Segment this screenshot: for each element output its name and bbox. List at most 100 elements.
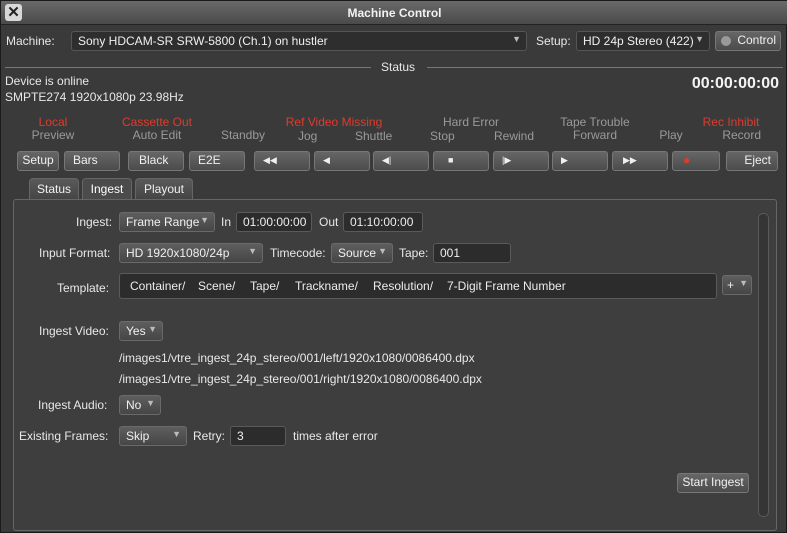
retry-suffix: times after error <box>293 429 378 443</box>
indicator-ref-video-missing: Ref Video Missing <box>285 115 383 129</box>
status-heading: Status <box>381 60 416 74</box>
ingest-audio-label: Ingest Audio: <box>38 398 108 412</box>
template-token[interactable]: Scene/ <box>198 279 235 293</box>
out-label: Out <box>319 215 339 229</box>
start-ingest-button[interactable]: Start Ingest <box>677 473 749 493</box>
plus-icon: + <box>727 278 735 292</box>
status-divider-left <box>5 67 371 68</box>
template-token[interactable]: Trackname/ <box>295 279 358 293</box>
chevron-down-icon: ▼ <box>248 246 257 256</box>
indicator-preview: Preview <box>31 128 75 142</box>
tape-field[interactable]: 001 <box>433 243 511 263</box>
ingest-mode-select[interactable]: Frame Range ▼ <box>119 212 215 232</box>
tab-status[interactable]: Status <box>29 178 79 200</box>
chevron-down-icon: ▼ <box>512 34 521 44</box>
black-button[interactable]: Black <box>128 151 184 171</box>
output-path-right: /images1/vtre_ingest_24p_stereo/001/righ… <box>119 372 482 386</box>
indicator-rewind: Rewind <box>494 129 535 143</box>
retry-field[interactable]: 3 <box>230 426 286 446</box>
input-format-label: Input Format: <box>39 246 111 260</box>
existing-frames-select[interactable]: Skip ▼ <box>119 426 187 446</box>
control-button[interactable]: Control <box>715 31 781 51</box>
retry-label: Retry: <box>193 429 226 443</box>
tab-ingest[interactable]: Ingest <box>82 178 132 200</box>
template-add-button[interactable]: + ▼ <box>722 275 752 295</box>
record-icon[interactable]: ● <box>672 151 720 171</box>
status-panel: Status Device is online SMPTE274 1920x10… <box>5 59 783 111</box>
video-format: SMPTE274 1920x1080p 23.98Hz <box>5 90 184 104</box>
tape-label: Tape: <box>399 246 429 260</box>
indicator-stop: Stop <box>430 129 455 143</box>
indicator-cassette: Cassette Out Auto Edit <box>109 116 205 142</box>
indicator-shuttle: Shuttle <box>355 129 393 143</box>
timecode-label: Timecode: <box>270 246 326 260</box>
indicator-record: Record <box>722 128 761 142</box>
template-token[interactable]: Resolution/ <box>373 279 433 293</box>
indicator-tape-trouble: Tape Trouble Forward <box>547 116 643 142</box>
machine-select[interactable]: Sony HDCAM-SR SRW-5800 (Ch.1) on hustler… <box>71 31 527 51</box>
timecode-source-select[interactable]: Source ▼ <box>331 243 393 263</box>
step-forward-icon[interactable]: |▶ <box>493 151 549 171</box>
e2e-button[interactable]: E2E <box>189 151 245 171</box>
fast-forward-icon[interactable]: ▶▶ <box>612 151 668 171</box>
vertical-scrollbar[interactable] <box>758 213 769 517</box>
indicator-rec-inhibit: Rec Inhibit Record <box>683 116 779 142</box>
chevron-down-icon: ▼ <box>148 324 157 334</box>
play-icon[interactable]: ▶ <box>552 151 608 171</box>
setup-select[interactable]: HD 24p Stereo (422) ▼ <box>576 31 710 51</box>
device-status: Device is online <box>5 74 90 88</box>
reverse-icon[interactable]: ◀ <box>314 151 370 171</box>
stop-icon[interactable]: ■ <box>433 151 489 171</box>
chevron-down-icon: ▼ <box>739 278 748 288</box>
chevron-down-icon: ▼ <box>200 215 209 225</box>
indicator-standby-label: Standby <box>220 128 266 142</box>
timecode-source-value: Source <box>338 246 377 260</box>
eject-button[interactable]: Eject <box>726 151 778 171</box>
chevron-down-icon: ▼ <box>695 34 704 44</box>
ingest-label: Ingest: <box>76 215 113 229</box>
template-token[interactable]: 7-Digit Frame Number <box>447 279 566 293</box>
indicator-jog: Jog <box>298 129 318 143</box>
existing-frames-value: Skip <box>126 429 150 443</box>
control-led-icon <box>721 36 731 46</box>
indicator-forward: Forward <box>572 128 617 142</box>
indicator-local: Local Preview <box>21 116 85 142</box>
input-format-select[interactable]: HD 1920x1080/24p ▼ <box>119 243 263 263</box>
chevron-down-icon: ▼ <box>146 398 155 408</box>
indicator-ref-video: Ref Video Missing <box>259 116 409 129</box>
indicator-auto-edit: Auto Edit <box>132 128 182 142</box>
in-timecode-field[interactable]: 01:00:00:00 <box>236 212 312 232</box>
setup-button[interactable]: Setup <box>17 151 59 171</box>
chevron-down-icon: ▼ <box>172 429 181 439</box>
setup-value: HD 24p Stereo (422) <box>583 34 694 48</box>
out-timecode-field[interactable]: 01:10:00:00 <box>343 212 423 232</box>
machine-row: Machine: Sony HDCAM-SR SRW-5800 (Ch.1) o… <box>1 31 787 53</box>
machine-value: Sony HDCAM-SR SRW-5800 (Ch.1) on hustler <box>78 34 328 48</box>
setup-label: Setup: <box>536 34 571 48</box>
bars-button[interactable]: Bars <box>64 151 120 171</box>
chevron-down-icon: ▼ <box>378 246 387 256</box>
indicator-hard-error: Hard Error <box>421 116 521 129</box>
indicator-hard-error-top: Hard Error <box>442 115 499 129</box>
status-divider-right <box>427 67 783 68</box>
template-field[interactable]: Container/ Scene/ Tape/ Trackname/ Resol… <box>119 273 717 299</box>
in-label: In <box>221 215 232 229</box>
machine-control-window: ✕ Machine Control Machine: Sony HDCAM-SR… <box>0 0 787 533</box>
input-format-value: HD 1920x1080/24p <box>126 246 230 260</box>
machine-label: Machine: <box>6 34 55 48</box>
timecode-display: 00:00:00:00 <box>691 75 779 92</box>
rewind-icon[interactable]: ◀◀ <box>254 151 310 171</box>
ingest-audio-select[interactable]: No ▼ <box>119 395 161 415</box>
tab-playout[interactable]: Playout <box>135 178 193 200</box>
ingest-video-select[interactable]: Yes ▼ <box>119 321 163 341</box>
ingest-video-label: Ingest Video: <box>39 324 109 338</box>
step-back-icon[interactable]: ◀| <box>373 151 429 171</box>
window-title: Machine Control <box>347 6 442 20</box>
existing-frames-label: Existing Frames: <box>19 429 109 443</box>
template-token[interactable]: Tape/ <box>250 279 279 293</box>
template-token[interactable]: Container/ <box>130 279 185 293</box>
ingest-audio-value: No <box>126 398 142 412</box>
template-label: Template: <box>57 281 110 295</box>
ingest-video-value: Yes <box>126 324 146 338</box>
output-path-left: /images1/vtre_ingest_24p_stereo/001/left… <box>119 351 475 365</box>
